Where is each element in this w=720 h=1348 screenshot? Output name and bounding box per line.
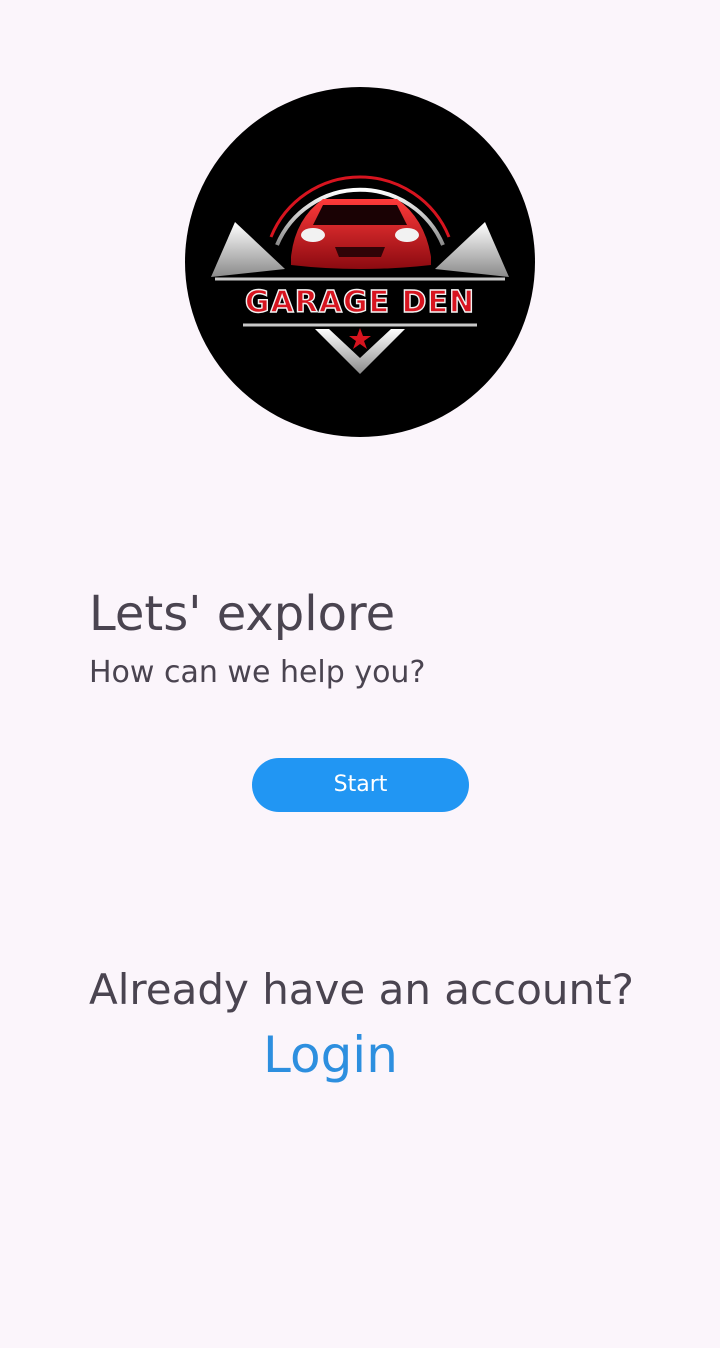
page-title: Lets' explore bbox=[89, 586, 396, 642]
car-emblem-icon: GARAGE DEN bbox=[211, 175, 509, 374]
login-link[interactable]: Login bbox=[263, 1022, 398, 1088]
account-prompt: Already have an account? bbox=[89, 965, 634, 1014]
garage-den-logo: GARAGE DEN bbox=[185, 87, 535, 437]
svg-text:GARAGE DEN: GARAGE DEN bbox=[245, 285, 475, 320]
start-button[interactable]: Start bbox=[252, 758, 469, 812]
page-subtitle: How can we help you? bbox=[89, 655, 426, 690]
